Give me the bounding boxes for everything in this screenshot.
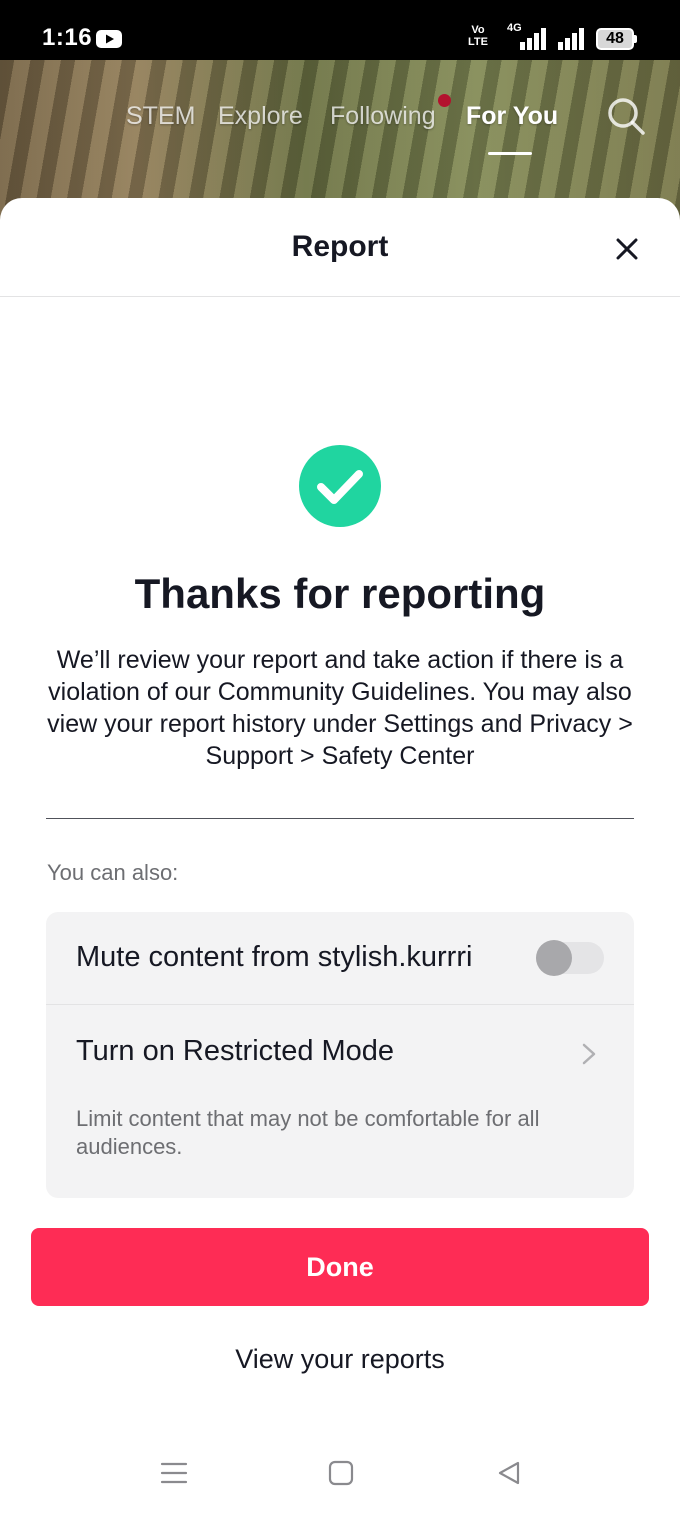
recent-apps-icon[interactable] xyxy=(160,1460,188,1486)
battery-level: 48 xyxy=(606,30,624,47)
chevron-right-icon xyxy=(582,1043,596,1065)
view-reports-link[interactable]: View your reports xyxy=(0,1344,680,1375)
restricted-mode-description: Limit content that may not be comfortabl… xyxy=(76,1106,540,1159)
signal-strength-icon xyxy=(520,28,546,50)
mute-option-label: Mute content from stylish.kurrri xyxy=(76,941,473,973)
status-time: 1:16 xyxy=(42,24,93,51)
close-icon xyxy=(616,238,638,260)
top-nav: STEM Explore Following For You xyxy=(0,60,680,200)
check-circle-icon xyxy=(299,445,381,527)
options-card: Mute content from stylish.kurrri Turn on… xyxy=(46,912,634,1198)
search-icon[interactable] xyxy=(606,96,646,136)
done-button[interactable]: Done xyxy=(31,1228,649,1306)
signal-strength-icon xyxy=(558,28,584,50)
mute-toggle[interactable] xyxy=(536,940,604,976)
close-button[interactable] xyxy=(608,230,646,268)
youtube-notification-icon xyxy=(96,30,122,48)
battery-icon: 48 xyxy=(596,28,637,50)
report-sheet: Report Thanks for reporting We’ll review… xyxy=(0,198,680,1515)
sheet-title: Report xyxy=(291,230,389,263)
tab-stem[interactable]: STEM xyxy=(126,102,195,131)
sheet-header: Report xyxy=(0,198,680,297)
tab-explore[interactable]: Explore xyxy=(218,102,303,131)
volte-indicator: Vo LTE xyxy=(468,24,488,48)
done-button-label: Done xyxy=(306,1251,374,1282)
restricted-mode-option[interactable]: Turn on Restricted Mode Limit content th… xyxy=(46,1005,634,1198)
divider xyxy=(46,818,634,819)
confirmation-heading: Thanks for reporting xyxy=(134,570,546,617)
back-icon[interactable] xyxy=(496,1460,522,1486)
active-tab-indicator xyxy=(488,152,532,155)
status-bar: 1:16 Vo LTE 4G 48 xyxy=(0,0,680,60)
tab-for-you[interactable]: For You xyxy=(466,102,558,131)
tab-following[interactable]: Following xyxy=(330,102,436,131)
notification-dot xyxy=(438,94,451,107)
section-label: You can also: xyxy=(47,860,179,885)
system-nav-bar xyxy=(0,1440,680,1515)
home-icon[interactable] xyxy=(328,1460,354,1486)
mute-option[interactable]: Mute content from stylish.kurrri xyxy=(46,912,634,1005)
toggle-knob xyxy=(536,940,572,976)
restricted-mode-label: Turn on Restricted Mode xyxy=(76,1035,395,1067)
confirmation-message: We’ll review your report and take action… xyxy=(47,646,633,770)
